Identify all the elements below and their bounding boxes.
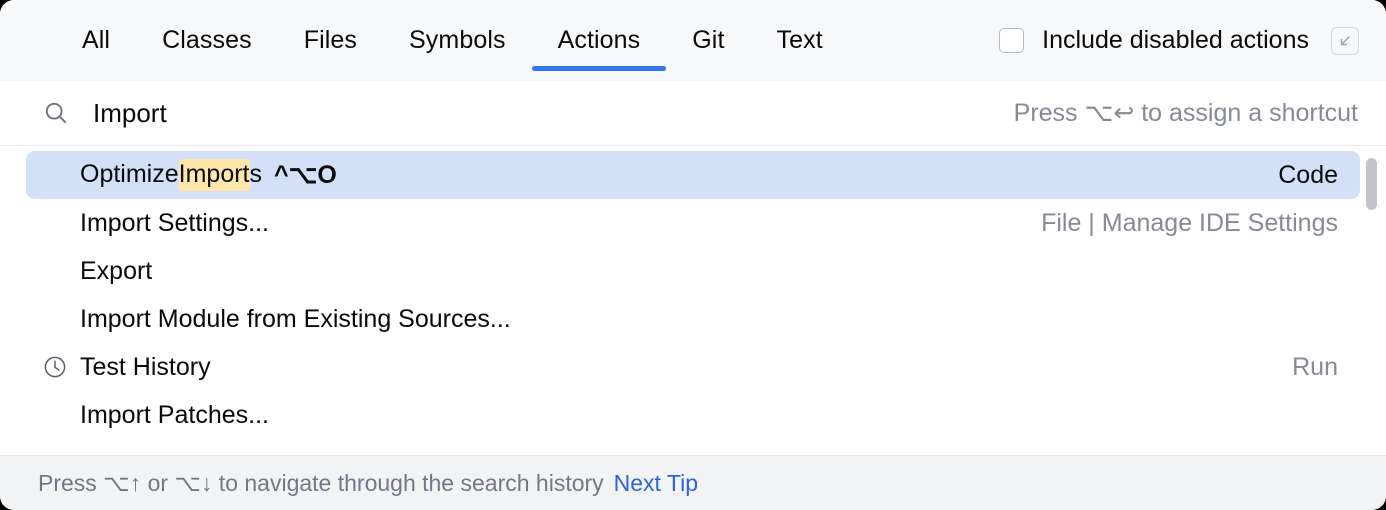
- result-title-prefix: Test History: [80, 352, 211, 381]
- search-icon: [41, 98, 71, 128]
- results-area: Optimize Import s ^⌥O Code Import Settings..…: [0, 146, 1386, 455]
- tab-label: Text: [776, 26, 823, 54]
- results-list: Optimize Import s ^⌥O Code Import Settings..…: [0, 146, 1386, 455]
- result-title-suffix: s: [249, 160, 263, 188]
- result-row-title: Import Patches...: [80, 401, 269, 430]
- arrow-down-left-icon[interactable]: [1331, 26, 1359, 55]
- tab-classes[interactable]: Classes: [136, 0, 278, 81]
- tab-active-underline: [531, 66, 667, 71]
- tab-all[interactable]: All: [56, 0, 136, 81]
- tab-label: Classes: [162, 26, 252, 54]
- checkbox-icon[interactable]: [999, 28, 1025, 53]
- result-row[interactable]: Export: [26, 247, 1360, 295]
- result-title-prefix: Optimize: [80, 160, 179, 188]
- results-scrollbar-thumb[interactable]: [1366, 158, 1377, 210]
- tab-label: Actions: [557, 26, 641, 54]
- tab-files[interactable]: Files: [278, 0, 383, 81]
- result-title-prefix: Export: [80, 256, 153, 285]
- result-row-title: Import Settings...: [80, 209, 269, 238]
- result-row[interactable]: Import Module from Existing Sources...: [26, 295, 1360, 343]
- tab-list: All Classes Files Symbols Actions Git Text: [0, 0, 849, 81]
- result-row-title: Test History: [80, 353, 211, 382]
- result-row-title: Export: [80, 257, 152, 286]
- search-input[interactable]: [93, 95, 994, 131]
- result-row[interactable]: Import Patches...: [26, 391, 1360, 439]
- tab-actions[interactable]: Actions: [531, 0, 667, 81]
- result-title-prefix: Import Settings...: [80, 208, 269, 237]
- footer-hint-text: Press ⌥↑ or ⌥↓ to navigate through the s…: [38, 469, 604, 496]
- tab-symbols[interactable]: Symbols: [383, 0, 532, 81]
- result-row-shortcut: ^⌥O: [274, 161, 337, 189]
- assign-shortcut-hint: Press ⌥↩ to assign a shortcut: [1013, 99, 1358, 127]
- result-row-title: Import Module from Existing Sources...: [80, 305, 511, 334]
- result-row-group: Code: [1278, 160, 1338, 189]
- include-disabled-actions-checkbox[interactable]: Include disabled actions: [999, 26, 1309, 55]
- result-row[interactable]: Test History Run: [26, 343, 1360, 391]
- clock-icon: [41, 353, 69, 381]
- result-row-title: Optimize Import s: [80, 159, 262, 191]
- result-title-prefix: Import Module from Existing Sources...: [80, 304, 511, 333]
- next-tip-link[interactable]: Next Tip: [614, 470, 698, 497]
- tab-text[interactable]: Text: [751, 0, 849, 81]
- tab-label: Symbols: [409, 26, 506, 54]
- search-everywhere-popup: All Classes Files Symbols Actions Git Text Inc…: [0, 0, 1386, 510]
- search-row[interactable]: Press ⌥↩ to assign a shortcut: [0, 81, 1386, 146]
- tab-bar: All Classes Files Symbols Actions Git Text Inc…: [0, 0, 1386, 81]
- include-disabled-actions-label: Include disabled actions: [1042, 26, 1309, 54]
- result-row[interactable]: Optimize Import s ^⌥O Code: [26, 151, 1360, 199]
- footer-hint-bar: Press ⌥↑ or ⌥↓ to navigate through the s…: [0, 455, 1386, 510]
- result-row-group: Run: [1292, 352, 1338, 381]
- tab-label: Files: [303, 26, 358, 54]
- result-row-group: File | Manage IDE Settings: [1041, 208, 1338, 237]
- tab-git[interactable]: Git: [666, 0, 750, 81]
- result-title-prefix: Import Patches...: [80, 400, 269, 429]
- result-row[interactable]: Import Settings... File | Manage IDE Sett…: [26, 199, 1360, 247]
- tab-label: Git: [692, 26, 725, 54]
- result-title-match-highlight: Import: [178, 159, 250, 191]
- tab-bar-right-controls: Include disabled actions: [999, 26, 1386, 55]
- results-scrollbar[interactable]: [1363, 152, 1379, 449]
- tab-label: All: [82, 26, 111, 54]
